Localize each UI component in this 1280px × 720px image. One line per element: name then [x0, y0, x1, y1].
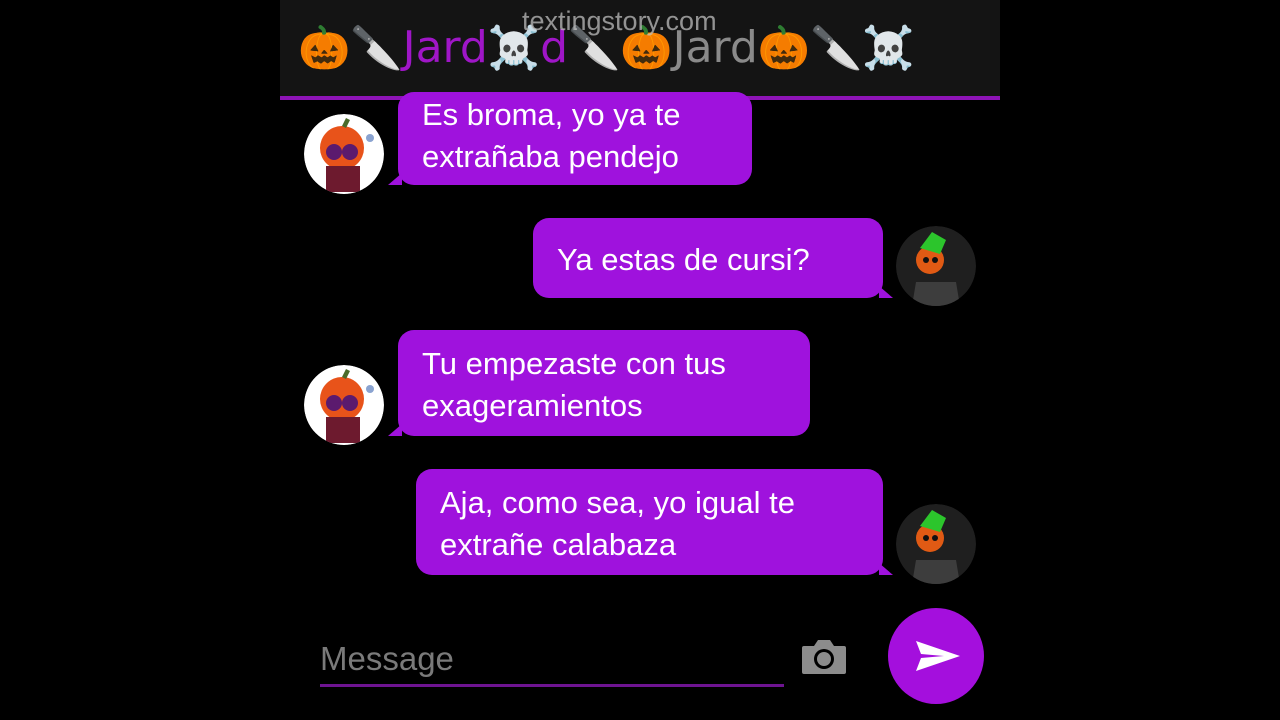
message-line: extrañe calabaza [440, 527, 677, 562]
message-bubble[interactable]: Tu empezaste con tus exageramientos [388, 330, 810, 436]
message-line: Es broma, yo ya te [422, 97, 681, 132]
skull-icon: ☠️ [862, 23, 915, 72]
contact-avatar[interactable] [304, 114, 384, 194]
knife-icon: 🔪 [350, 23, 403, 72]
pumpkin-icon: 🎃 [757, 23, 811, 72]
message-bubble[interactable]: Es broma, yo ya te extrañaba pendejo [388, 92, 752, 185]
input-underline [320, 684, 784, 687]
message-line: Ya estas de cursi? [557, 242, 810, 277]
message-bubble[interactable]: Ya estas de cursi? [533, 218, 893, 298]
message-input[interactable]: Message [320, 636, 780, 682]
camera-icon[interactable] [800, 636, 848, 676]
knife-icon: 🔪 [810, 23, 863, 72]
chat-screen: 🎃🔪Jard☠️d🔪🎃Jard🎃🔪☠️ textingstory.com Es … [280, 0, 1000, 720]
user-avatar[interactable] [896, 504, 976, 584]
message-line: exageramientos [422, 388, 643, 423]
message-line: Tu empezaste con tus [422, 346, 726, 381]
watermark: textingstory.com [522, 6, 717, 36]
message-bubble[interactable]: Aja, como sea, yo igual te extrañe calab… [416, 469, 893, 575]
send-button[interactable] [888, 608, 984, 704]
message-line: extrañaba pendejo [422, 139, 679, 174]
chat-header: 🎃🔪Jard☠️d🔪🎃Jard🎃🔪☠️ textingstory.com [280, 0, 1000, 100]
user-avatar[interactable] [896, 226, 976, 306]
contact-avatar[interactable] [304, 365, 384, 445]
pumpkin-icon: 🎃 [298, 23, 351, 72]
contact-name: Jard [402, 22, 488, 73]
message-line: Aja, como sea, yo igual te [440, 485, 795, 520]
send-icon [916, 641, 960, 671]
